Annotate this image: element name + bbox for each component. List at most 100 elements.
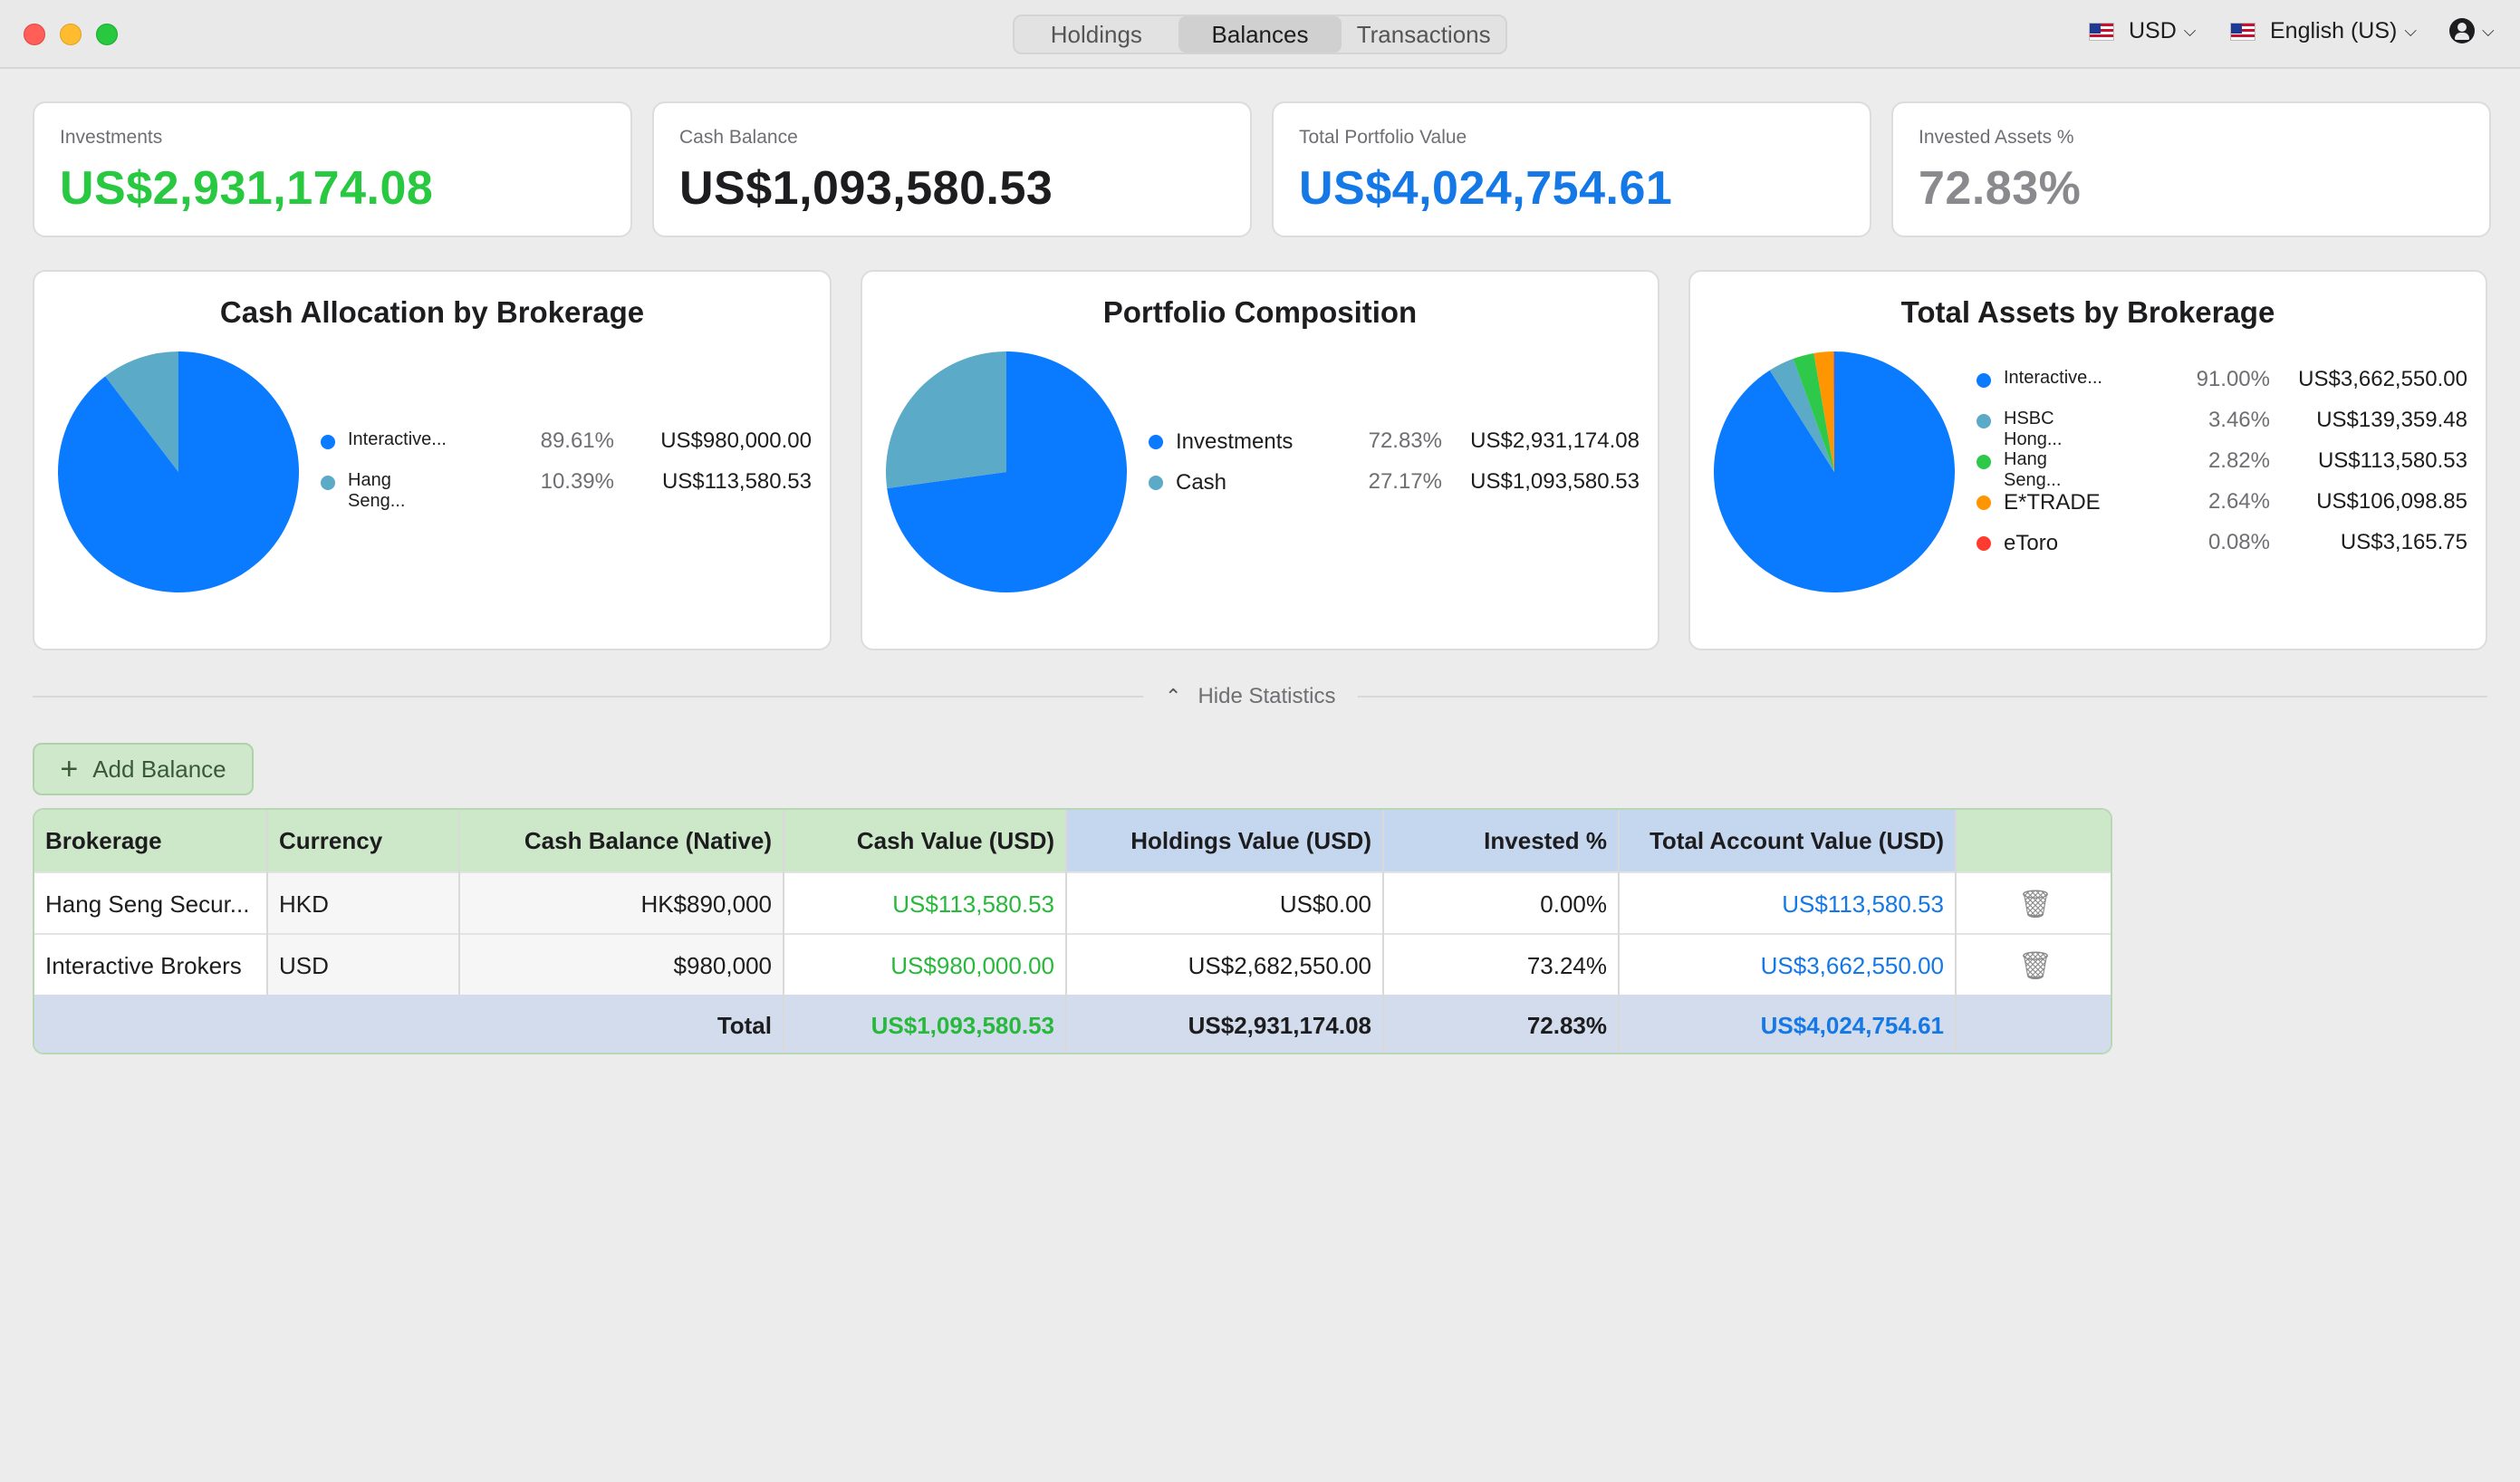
col-header-brokerage[interactable]: Brokerage bbox=[34, 810, 266, 871]
chart-cash-allocation: Cash Allocation by Brokerage Interactive… bbox=[33, 270, 832, 650]
col-header-invested-pct[interactable]: Invested % bbox=[1384, 810, 1618, 871]
delete-row-button[interactable]: 🗑 bbox=[1957, 873, 2111, 935]
add-balance-button[interactable]: + Add Balance bbox=[33, 743, 254, 795]
us-flag-icon bbox=[2089, 22, 2114, 41]
legend-label: Hang Seng... bbox=[2004, 449, 2062, 490]
chevron-up-icon: ⌃ bbox=[1165, 685, 1182, 707]
chart-portfolio-composition: Portfolio Composition Investments 72.83% U… bbox=[861, 270, 1659, 650]
account-menu[interactable]: ⌵ bbox=[2449, 18, 2495, 43]
cell-cash-value-usd: US$113,580.53 bbox=[892, 890, 1054, 918]
legend-swatch bbox=[1977, 455, 1991, 469]
legend-label: Investments bbox=[1176, 428, 1294, 454]
legend-swatch bbox=[1149, 475, 1163, 490]
column-separator bbox=[266, 810, 268, 995]
legend-value: US$3,662,550.00 bbox=[2298, 367, 2467, 391]
tab-balances[interactable]: Balances bbox=[1178, 16, 1342, 53]
chevron-down-icon: ⌵ bbox=[2183, 22, 2197, 40]
chevron-down-icon: ⌵ bbox=[2482, 21, 2495, 40]
legend-percent: 27.17% bbox=[1368, 468, 1442, 494]
legend-swatch bbox=[1977, 414, 1991, 428]
legend-percent: 3.46% bbox=[2207, 408, 2270, 432]
legend-value: US$980,000.00 bbox=[660, 428, 812, 453]
cell-holdings-value-usd: US$0.00 bbox=[1279, 890, 1371, 918]
cell-cash-value-usd: US$980,000.00 bbox=[890, 951, 1054, 979]
legend-percent: 0.08% bbox=[2207, 530, 2270, 554]
legend-label: Hang Seng... bbox=[348, 469, 406, 511]
legend-label: Interactive... bbox=[2004, 368, 2102, 388]
language-label: English (US) bbox=[2270, 18, 2398, 43]
total-holdings-value: US$2,931,174.08 bbox=[1188, 1011, 1371, 1039]
total-cash-value: US$1,093,580.53 bbox=[870, 1011, 1054, 1039]
title-bar: Holdings Balances Transactions USD ⌵ Eng… bbox=[0, 0, 2520, 69]
legend-swatch bbox=[321, 475, 335, 490]
cell-brokerage[interactable]: Interactive Brokers bbox=[34, 935, 266, 996]
minimize-window-button[interactable] bbox=[60, 24, 82, 45]
column-separator bbox=[458, 810, 460, 995]
chart-title: Total Assets by Brokerage bbox=[1900, 295, 2275, 329]
legend-label: eToro bbox=[2004, 531, 2059, 555]
cell-currency[interactable]: USD bbox=[268, 935, 458, 996]
legend-label: Cash bbox=[1176, 469, 1227, 495]
balances-table: Brokerage Currency Cash Balance (Native)… bbox=[33, 808, 2112, 1054]
kpi-value: 72.83% bbox=[1919, 162, 2082, 215]
kpi-investments: Investments US$2,931,174.08 bbox=[33, 101, 632, 237]
total-account-value: US$4,024,754.61 bbox=[1760, 1011, 1944, 1039]
chevron-down-icon: ⌵ bbox=[2404, 22, 2417, 40]
cell-cash-balance-native[interactable]: HK$890,000 bbox=[460, 873, 783, 935]
cell-total-account-value: US$113,580.53 bbox=[1782, 890, 1944, 918]
legend-label: Interactive... bbox=[348, 428, 447, 449]
kpi-label: Total Portfolio Value bbox=[1299, 127, 1467, 148]
col-header-total-account-value[interactable]: Total Account Value (USD) bbox=[1620, 810, 1955, 871]
kpi-value: US$1,093,580.53 bbox=[679, 162, 1053, 215]
zoom-window-button[interactable] bbox=[96, 24, 118, 45]
add-balance-label: Add Balance bbox=[92, 755, 226, 783]
tab-transactions[interactable]: Transactions bbox=[1342, 16, 1505, 53]
trash-icon: 🗑 bbox=[2017, 950, 2054, 981]
legend-percent: 89.61% bbox=[540, 428, 614, 453]
kpi-value: US$4,024,754.61 bbox=[1299, 162, 1673, 215]
legend-value: US$3,165.75 bbox=[2340, 530, 2467, 554]
close-window-button[interactable] bbox=[24, 24, 45, 45]
cell-holdings-value-usd: US$2,682,550.00 bbox=[1188, 951, 1371, 979]
cell-cash-balance-native[interactable]: $980,000 bbox=[460, 935, 783, 996]
legend-value: US$2,931,174.08 bbox=[1470, 428, 1640, 453]
chart-title: Cash Allocation by Brokerage bbox=[219, 295, 645, 329]
kpi-value: US$2,931,174.08 bbox=[60, 162, 434, 215]
col-header-cash-value-usd[interactable]: Cash Value (USD) bbox=[784, 810, 1065, 871]
col-header-actions bbox=[1957, 810, 2111, 871]
col-header-currency[interactable]: Currency bbox=[268, 810, 458, 871]
pie-chart bbox=[1714, 351, 1955, 592]
col-header-cash-balance-native[interactable]: Cash Balance (Native) bbox=[460, 810, 783, 871]
cell-currency[interactable]: HKD bbox=[268, 873, 458, 935]
pie-chart bbox=[58, 351, 299, 592]
currency-label: USD bbox=[2129, 18, 2177, 43]
cell-brokerage[interactable]: Hang Seng Secur... bbox=[34, 873, 266, 935]
hide-statistics-button[interactable]: ⌃ Hide Statistics bbox=[1143, 678, 1358, 716]
cell-invested-pct: 0.00% bbox=[1540, 890, 1607, 918]
hide-statistics-label: Hide Statistics bbox=[1197, 684, 1336, 708]
pie-slice-cash[interactable] bbox=[886, 351, 1006, 489]
legend-value: US$106,098.85 bbox=[2316, 489, 2467, 514]
cell-invested-pct: 73.24% bbox=[1526, 951, 1607, 979]
col-header-holdings-value-usd[interactable]: Holdings Value (USD) bbox=[1067, 810, 1382, 871]
column-separator bbox=[783, 810, 784, 1053]
cell-total-account-value: US$3,662,550.00 bbox=[1760, 951, 1944, 979]
kpi-label: Cash Balance bbox=[679, 127, 798, 148]
currency-selector[interactable]: USD ⌵ bbox=[2089, 18, 2196, 44]
legend-swatch bbox=[321, 434, 335, 449]
kpi-total-portfolio-value: Total Portfolio Value US$4,024,754.61 bbox=[1272, 101, 1871, 237]
tab-holdings[interactable]: Holdings bbox=[1015, 16, 1178, 53]
pie-chart bbox=[886, 351, 1127, 592]
column-separator bbox=[1065, 810, 1067, 1053]
us-flag-icon bbox=[2230, 22, 2255, 41]
chart-title: Portfolio Composition bbox=[1102, 295, 1418, 329]
view-tabs: Holdings Balances Transactions bbox=[1013, 14, 1507, 54]
legend-value: US$113,580.53 bbox=[2317, 448, 2467, 473]
legend-percent: 72.83% bbox=[1368, 428, 1442, 453]
delete-row-button[interactable]: 🗑 bbox=[1957, 935, 2111, 996]
legend-percent: 2.64% bbox=[2207, 489, 2270, 514]
language-selector[interactable]: English (US) ⌵ bbox=[2230, 18, 2417, 44]
legend-percent: 91.00% bbox=[2196, 367, 2270, 391]
column-separator bbox=[1618, 810, 1620, 1053]
column-separator bbox=[1955, 810, 1957, 1053]
